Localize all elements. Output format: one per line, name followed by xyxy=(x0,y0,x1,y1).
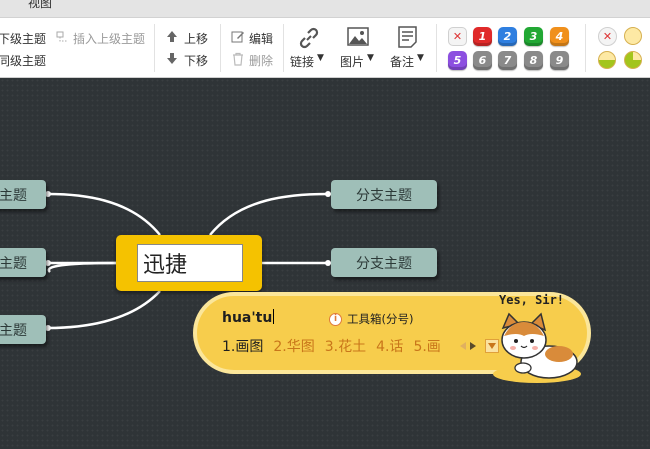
text-caret xyxy=(273,309,275,324)
tab-view[interactable]: 视图 xyxy=(28,0,52,11)
priority-4-icon[interactable]: 4 xyxy=(550,27,569,46)
branch-topic-node[interactable]: 分支主题 xyxy=(331,180,437,209)
note-icon xyxy=(398,26,417,48)
topic-node[interactable]: 主题 xyxy=(0,248,46,277)
topic-node[interactable]: 主题 xyxy=(0,180,46,209)
ime-candidate[interactable]: 5.画 xyxy=(413,336,440,356)
ime-toolbox-hint[interactable]: i 工具箱(分号) xyxy=(329,311,413,327)
mascot-caption: Yes, Sir! xyxy=(499,293,564,307)
priority-1-icon[interactable]: 1 xyxy=(473,27,492,46)
ime-candidate[interactable]: 2.华图 xyxy=(273,336,314,356)
progress-0-icon[interactable] xyxy=(624,27,642,45)
clear-progress-icon[interactable]: ✕ xyxy=(598,27,617,46)
mindmap-canvas[interactable]: 主题 主题 主题 分支主题 分支主题 迅捷 hua'tu i 工具箱(分号) 1… xyxy=(0,78,650,449)
priority-9-icon[interactable]: 9 xyxy=(550,51,569,70)
edit-icon xyxy=(231,31,244,43)
ime-composition: hua'tu xyxy=(222,309,275,326)
separator xyxy=(283,24,284,72)
prev-page-icon[interactable] xyxy=(459,341,467,351)
priority-2-icon[interactable]: 2 xyxy=(498,27,517,46)
branch-topic-node[interactable]: 分支主题 xyxy=(331,248,437,277)
link-button[interactable]: 链接 xyxy=(290,53,314,70)
next-page-icon[interactable] xyxy=(469,341,477,351)
ime-candidate[interactable]: 1.画图 xyxy=(222,336,263,356)
clear-priority-icon[interactable]: ✕ xyxy=(448,27,467,46)
priority-3-icon[interactable]: 3 xyxy=(524,27,543,46)
note-dropdown-icon[interactable]: ▼ xyxy=(417,53,424,63)
insert-parent-icon xyxy=(56,31,68,42)
separator xyxy=(436,24,437,72)
link-icon xyxy=(299,27,319,49)
delete-button[interactable]: 删除 xyxy=(249,52,273,69)
insert-parent-button[interactable]: 插入上级主题 xyxy=(73,30,145,47)
ime-candidate-panel: hua'tu i 工具箱(分号) 1.画图 2.华图 3.花土 4.话 5.画 … xyxy=(193,292,591,383)
note-button[interactable]: 备注 xyxy=(390,53,414,70)
subtopic-button[interactable]: 下级主题 xyxy=(0,30,46,47)
topic-node[interactable]: 主题 xyxy=(0,315,46,344)
sibling-topic-button[interactable]: 同级主题 xyxy=(0,52,46,69)
progress-quarter-icon[interactable] xyxy=(624,51,642,69)
ime-candidate-list: 1.画图 2.华图 3.花土 4.话 5.画 xyxy=(222,336,451,356)
tab-strip: 视图 xyxy=(0,0,650,18)
image-icon xyxy=(347,27,369,46)
move-up-button[interactable]: 上移 xyxy=(184,30,208,47)
separator xyxy=(154,24,155,72)
image-dropdown-icon[interactable]: ▼ xyxy=(367,53,374,63)
ime-pinyin-text: hua'tu xyxy=(222,310,273,326)
image-button[interactable]: 图片 xyxy=(340,53,364,70)
priority-5-icon[interactable]: 5 xyxy=(448,51,467,70)
connector-lines xyxy=(45,191,331,331)
toolbar: 下级主题 同级主题 插入上级主题 上移 下移 编辑 删除 链接 ▼ 图片 ▼ 备… xyxy=(0,18,650,78)
ime-candidate[interactable]: 4.话 xyxy=(376,336,403,356)
info-icon: i xyxy=(329,312,342,326)
ime-candidate[interactable]: 3.花土 xyxy=(325,336,366,356)
cat-mascot-icon: Yes, Sir! xyxy=(493,293,581,383)
central-topic-editor[interactable]: 迅捷 xyxy=(137,244,243,282)
priority-7-icon[interactable]: 7 xyxy=(498,51,517,70)
separator xyxy=(585,24,586,72)
priority-6-icon[interactable]: 6 xyxy=(473,51,492,70)
move-down-button[interactable]: 下移 xyxy=(184,52,208,69)
ime-toolbox-label: 工具箱(分号) xyxy=(347,312,414,326)
separator xyxy=(220,24,221,72)
arrow-up-icon xyxy=(167,31,177,42)
arrow-down-icon xyxy=(167,53,177,64)
trash-icon xyxy=(233,52,243,66)
link-dropdown-icon[interactable]: ▼ xyxy=(317,53,324,63)
edit-button[interactable]: 编辑 xyxy=(249,30,273,47)
priority-8-icon[interactable]: 8 xyxy=(524,51,543,70)
central-topic-node[interactable]: 迅捷 xyxy=(116,235,262,291)
progress-half-icon[interactable] xyxy=(598,51,616,69)
